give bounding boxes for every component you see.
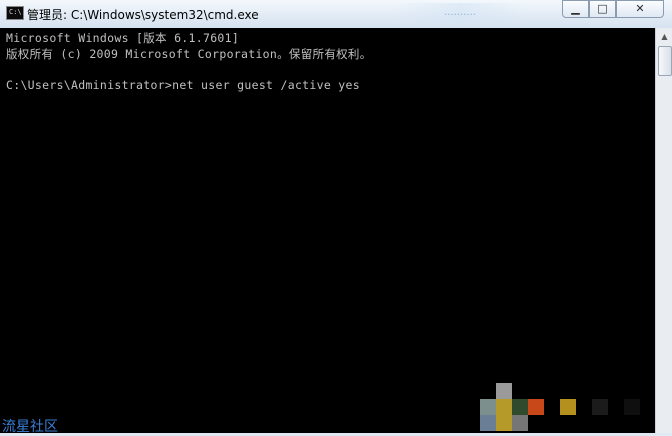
pixelated-block	[496, 399, 512, 415]
pixelated-block	[528, 399, 544, 415]
pixelated-block	[496, 383, 512, 399]
console-line-copyright: 版权所有 (c) 2009 Microsoft Corporation。保留所有…	[6, 47, 372, 61]
pixelated-block	[512, 399, 528, 415]
pixelated-block	[624, 399, 640, 415]
console-line-version: Microsoft Windows [版本 6.1.7601]	[6, 31, 240, 45]
background-window-tab: ..........	[395, 3, 525, 23]
window-title: 管理员: C:\Windows\system32\cmd.exe	[27, 8, 259, 22]
maximize-icon: □	[597, 2, 608, 15]
watermark-logo-text: 流星社区	[2, 419, 58, 435]
maximize-button[interactable]: □	[589, 0, 616, 18]
pixelated-block	[496, 415, 512, 431]
minimize-button[interactable]: ▁	[562, 0, 589, 18]
scroll-thumb[interactable]	[658, 46, 672, 76]
console-output[interactable]: Microsoft Windows [版本 6.1.7601] 版权所有 (c)…	[0, 28, 655, 433]
pixelated-block	[592, 399, 608, 415]
vertical-scrollbar[interactable]: ▲	[655, 28, 672, 433]
cmd-app-icon[interactable]: C:\	[6, 6, 24, 20]
pixelated-block	[560, 399, 576, 415]
close-button[interactable]: ✕	[616, 0, 664, 18]
close-icon: ✕	[635, 2, 645, 15]
pixelated-block	[512, 415, 528, 431]
console-line-command: C:\Users\Administrator>net user guest /a…	[6, 78, 360, 92]
scroll-up-icon[interactable]: ▲	[656, 28, 672, 45]
title-bar[interactable]: C:\ 管理员: C:\Windows\system32\cmd.exe ...…	[0, 0, 672, 29]
cmd-app-icon-text: C:\	[9, 8, 22, 16]
pixelated-block	[480, 399, 496, 415]
pixelated-block	[480, 415, 496, 431]
minimize-icon: ▁	[571, 2, 580, 15]
